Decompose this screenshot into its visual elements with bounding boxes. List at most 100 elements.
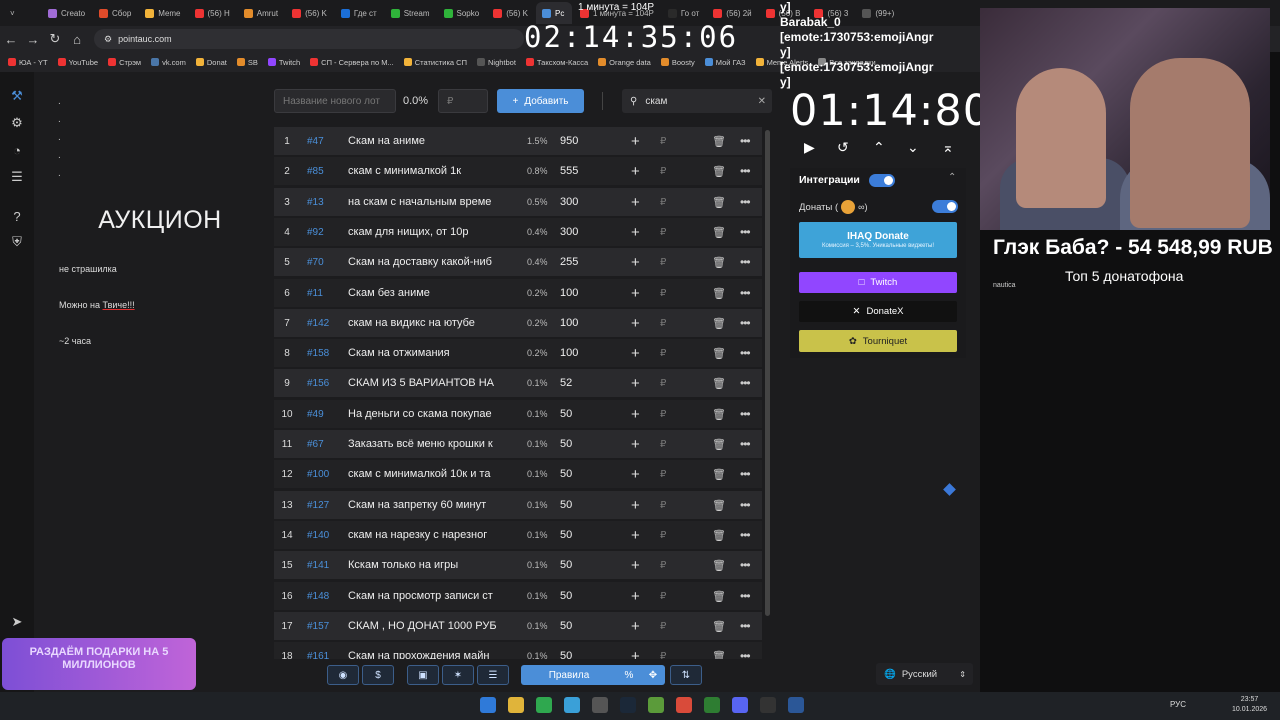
- back-icon[interactable]: ←: [0, 28, 22, 50]
- lot-id-link[interactable]: #70: [307, 257, 324, 268]
- more-options-icon[interactable]: •••: [740, 316, 751, 330]
- delete-icon[interactable]: 🗑: [712, 559, 726, 572]
- lot-id-link[interactable]: #161: [307, 651, 329, 660]
- add-amount-button[interactable]: +: [631, 618, 640, 635]
- lot-amount[interactable]: 50: [560, 620, 572, 632]
- bookmark-item[interactable]: Статистика СП: [403, 58, 467, 67]
- add-amount-button[interactable]: +: [631, 557, 640, 574]
- excel-icon[interactable]: [704, 697, 720, 713]
- help-icon[interactable]: ?: [9, 208, 25, 224]
- more-options-icon[interactable]: •••: [740, 589, 751, 603]
- lot-amount[interactable]: 255: [560, 256, 578, 268]
- lot-amount[interactable]: 300: [560, 226, 578, 238]
- delete-icon[interactable]: 🗑: [712, 347, 726, 360]
- lot-amount[interactable]: 100: [560, 287, 578, 299]
- bookmark-item[interactable]: vk.com: [151, 58, 186, 67]
- lot-id-link[interactable]: #140: [307, 530, 329, 541]
- lot-amount[interactable]: 50: [560, 650, 572, 659]
- donations-toggle[interactable]: [932, 200, 958, 213]
- more-options-icon[interactable]: •••: [740, 164, 751, 178]
- lot-name[interactable]: скам на нарезку с нарезног: [348, 529, 506, 541]
- rub-input[interactable]: ₽: [660, 500, 666, 511]
- delete-icon[interactable]: 🗑: [712, 165, 726, 178]
- more-options-icon[interactable]: •••: [740, 558, 751, 572]
- file-explorer-icon[interactable]: [508, 697, 524, 713]
- lot-amount[interactable]: 52: [560, 377, 572, 389]
- lot-row[interactable]: 13 #127 Скам на запретку 60 минут 0.1% 50 + ₽ 🗑…: [274, 491, 762, 519]
- rub-input[interactable]: ₽: [660, 227, 666, 238]
- add-amount-button[interactable]: +: [631, 527, 640, 544]
- delete-icon[interactable]: 🗑: [712, 468, 726, 481]
- lot-amount[interactable]: 100: [560, 347, 578, 359]
- lot-id-link[interactable]: #158: [307, 348, 329, 359]
- lot-name[interactable]: Скам на доставку какой-ниб: [348, 256, 506, 268]
- add-amount-button[interactable]: +: [631, 163, 640, 180]
- tab-search-icon[interactable]: ˅: [4, 2, 40, 24]
- add-amount-button[interactable]: +: [631, 648, 640, 660]
- twitch-button[interactable]: □ Twitch: [799, 272, 957, 293]
- lot-id-link[interactable]: #47: [307, 136, 324, 147]
- lot-amount[interactable]: 100: [560, 317, 578, 329]
- list-scrollbar[interactable]: [765, 130, 770, 616]
- ihaq-donate-button[interactable]: IHAQ Donate Комиссия – 3,5%. Уникальные …: [799, 222, 957, 258]
- minecraft-icon[interactable]: [648, 697, 664, 713]
- delete-icon[interactable]: 🗑: [712, 135, 726, 148]
- rub-input[interactable]: ₽: [660, 621, 666, 632]
- lot-row[interactable]: 11 #67 Заказать всё меню крошки к 0.1% 50 + ₽ 🗑…: [274, 430, 762, 458]
- lot-row[interactable]: 4 #92 скам для нищих, от 10р 0.4% 300 + ₽ 🗑 •••: [274, 218, 762, 246]
- rub-input[interactable]: ₽: [660, 591, 666, 602]
- lot-id-link[interactable]: #49: [307, 409, 324, 420]
- rub-input[interactable]: ₽: [660, 651, 666, 660]
- more-options-icon[interactable]: •••: [740, 619, 751, 633]
- layers-icon[interactable]: ☰: [9, 169, 25, 185]
- browser-icon[interactable]: [676, 697, 692, 713]
- url-field[interactable]: ⚙ pointauc.com: [94, 29, 524, 49]
- bookmark-item[interactable]: Donat: [195, 58, 227, 67]
- reset-icon[interactable]: ↺: [837, 139, 849, 156]
- obs-icon[interactable]: [592, 697, 608, 713]
- lot-amount[interactable]: 50: [560, 468, 572, 480]
- add-amount-button[interactable]: +: [631, 375, 640, 392]
- lot-id-link[interactable]: #141: [307, 560, 329, 571]
- lot-row[interactable]: 18 #161 Скам на прохождения майн 0.1% 50 + ₽ 🗑 •…: [274, 642, 762, 659]
- telegram-icon[interactable]: ➤: [9, 614, 25, 630]
- bookmark-item[interactable]: SB: [236, 58, 258, 67]
- reload-icon[interactable]: ↻: [44, 28, 66, 50]
- bookmark-item[interactable]: Таксхом-Касса: [525, 58, 588, 67]
- more-options-icon[interactable]: •••: [740, 528, 751, 542]
- add-amount-button[interactable]: +: [631, 315, 640, 332]
- sort-icon[interactable]: ⇅: [670, 665, 702, 685]
- rub-input[interactable]: ₽: [660, 378, 666, 389]
- steam-icon[interactable]: [620, 697, 636, 713]
- chevron-up-icon[interactable]: ⌃: [873, 139, 885, 156]
- lot-amount[interactable]: 555: [560, 165, 578, 177]
- lot-name[interactable]: скам с минималкой 10к и та: [348, 468, 506, 480]
- delete-icon[interactable]: 🗑: [712, 408, 726, 421]
- lot-name[interactable]: Скам на просмотр записи ст: [348, 590, 506, 602]
- delete-icon[interactable]: 🗑: [712, 529, 726, 542]
- lot-row[interactable]: 17 #157 СКАМ , НО ДОНАТ 1000 РУБ 0.1% 50 + ₽ 🗑 •…: [274, 612, 762, 640]
- delete-icon[interactable]: 🗑: [712, 317, 726, 330]
- lot-name[interactable]: Скам без аниме: [348, 287, 506, 299]
- chrome-icon[interactable]: [536, 697, 552, 713]
- donate-dollar-button[interactable]: $: [362, 665, 394, 685]
- list-icon[interactable]: ☰: [477, 665, 509, 685]
- rub-input[interactable]: ₽: [660, 257, 666, 268]
- rub-input[interactable]: ₽: [660, 439, 666, 450]
- more-options-icon[interactable]: •••: [740, 225, 751, 239]
- telegram-icon[interactable]: [564, 697, 580, 713]
- more-options-icon[interactable]: •••: [740, 286, 751, 300]
- lot-id-link[interactable]: #127: [307, 500, 329, 511]
- settings-icon[interactable]: ⚙: [9, 115, 25, 131]
- browser-tab[interactable]: Amrut: [238, 2, 284, 24]
- lot-id-link[interactable]: #157: [307, 621, 329, 632]
- save-icon[interactable]: ▣: [407, 665, 439, 685]
- lot-id-link[interactable]: #67: [307, 439, 324, 450]
- discord-icon[interactable]: [732, 697, 748, 713]
- bookmark-item[interactable]: YouTube: [57, 58, 98, 67]
- add-amount-button[interactable]: +: [631, 285, 640, 302]
- lot-row[interactable]: 16 #148 Скам на просмотр записи ст 0.1% 50 + ₽…: [274, 582, 762, 610]
- delete-icon[interactable]: 🗑: [712, 196, 726, 209]
- bookmark-item[interactable]: Nightbot: [476, 58, 516, 67]
- delete-icon[interactable]: 🗑: [712, 650, 726, 660]
